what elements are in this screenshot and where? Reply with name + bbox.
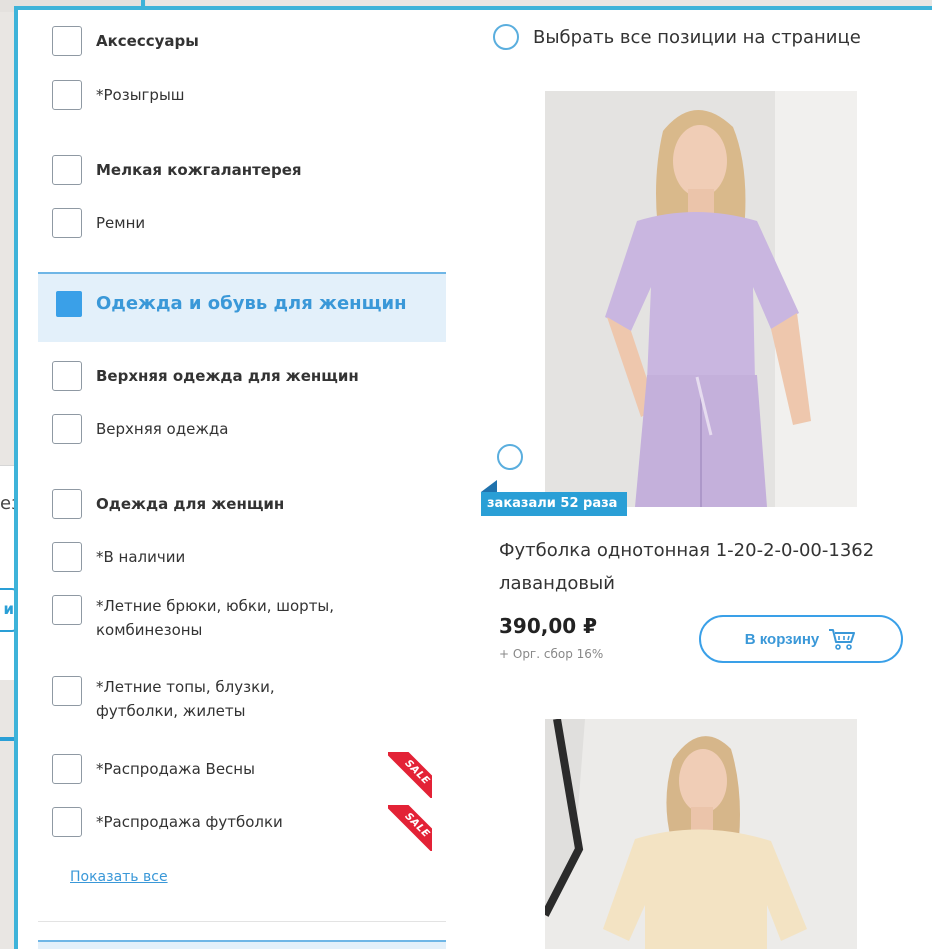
filter-checkbox[interactable] — [52, 807, 82, 837]
filter-checkbox[interactable] — [52, 208, 82, 238]
product-price: 390,00 ₽ — [499, 614, 598, 638]
product-photo[interactable] — [545, 719, 857, 949]
select-all-on-page[interactable]: Выбрать все позиции на странице — [493, 24, 861, 50]
filter-checkbox[interactable] — [52, 489, 82, 519]
shopping-cart-icon — [829, 629, 856, 650]
filter-item-accessories[interactable]: Аксессуары — [52, 26, 199, 56]
filter-item-giveaway[interactable]: *Розыгрыш — [52, 80, 185, 110]
filter-item-in-stock[interactable]: *В наличии — [52, 542, 185, 572]
add-to-cart-label: В корзину — [744, 630, 820, 648]
filter-label: Верхняя одежда для женщин — [96, 367, 359, 385]
orders-count-badge: заказали 52 раза — [481, 492, 628, 516]
filter-item-summer-tops[interactable]: *Летние топы, блузки, футболки, жилеты — [52, 676, 336, 723]
filter-label: *Летние брюки, юбки, шорты, комбинезоны — [96, 597, 335, 639]
filter-checkbox[interactable] — [52, 361, 82, 391]
sale-ribbon: SALE — [388, 752, 432, 798]
filter-label: Верхняя одежда — [96, 420, 229, 438]
filter-checkbox[interactable] — [52, 414, 82, 444]
filter-checkbox[interactable] — [52, 26, 82, 56]
badge-tail — [481, 480, 497, 492]
filter-label: Одежда для женщин — [96, 495, 285, 513]
next-filter-section — [38, 940, 446, 949]
filter-item-women-outerwear[interactable]: Верхняя одежда для женщин — [52, 361, 359, 391]
filter-label: *Распродажа футболки — [96, 813, 283, 831]
select-all-label: Выбрать все позиции на странице — [533, 26, 861, 48]
sale-ribbon: SALE — [388, 805, 432, 851]
filter-item-outerwear[interactable]: Верхняя одежда — [52, 414, 228, 444]
select-all-radio[interactable] — [493, 24, 519, 50]
filter-label: *Распродажа Весны — [96, 760, 255, 778]
product-select-radio[interactable] — [497, 444, 523, 470]
filter-label: *Розыгрыш — [96, 86, 185, 104]
frame-connector — [141, 0, 145, 10]
model-lavender-tshirt-illustration — [545, 91, 857, 507]
filter-checkbox[interactable] — [52, 595, 82, 625]
sale-ribbon-text: SALE — [388, 805, 432, 851]
filter-item-spring-sale[interactable]: *Распродажа Весны — [52, 754, 255, 784]
section-divider — [38, 921, 446, 922]
show-all-link[interactable]: Показать все — [70, 869, 168, 885]
filter-checkbox-checked[interactable] — [56, 291, 82, 317]
model-beige-tshirt-illustration — [545, 719, 857, 949]
filter-checkbox[interactable] — [52, 676, 82, 706]
filter-item-women-clothing-shoes[interactable]: Одежда и обувь для женщин — [56, 291, 407, 317]
filter-label: Одежда и обувь для женщин — [96, 293, 407, 314]
filter-item-tshirt-sale[interactable]: *Распродажа футболки — [52, 807, 283, 837]
organizer-fee: + Орг. сбор 16% — [499, 647, 604, 661]
filter-checkbox[interactable] — [52, 155, 82, 185]
filter-item-summer-pants[interactable]: *Летние брюки, юбки, шорты, комбинезоны — [52, 595, 396, 642]
add-to-cart-button[interactable]: В корзину — [699, 615, 903, 663]
filter-label: *Летние топы, блузки, футболки, жилеты — [96, 678, 275, 720]
filter-item-women-clothing[interactable]: Одежда для женщин — [52, 489, 284, 519]
filter-label: Мелкая кожгалантерея — [96, 161, 302, 179]
filter-item-small-leather-goods[interactable]: Мелкая кожгалантерея — [52, 155, 302, 185]
filter-checkbox[interactable] — [52, 80, 82, 110]
product-photo[interactable] — [545, 91, 857, 507]
filter-checkbox[interactable] — [52, 754, 82, 784]
filter-label: *В наличии — [96, 548, 186, 566]
filter-item-belts[interactable]: Ремни — [52, 208, 145, 238]
filter-label: Ремни — [96, 214, 146, 232]
product-title[interactable]: Футболка однотонная 1-20-2-0-00-1362 лав… — [499, 534, 899, 600]
filter-checkbox[interactable] — [52, 542, 82, 572]
filter-label: Аксессуары — [96, 32, 199, 50]
sale-ribbon-text: SALE — [388, 752, 432, 798]
